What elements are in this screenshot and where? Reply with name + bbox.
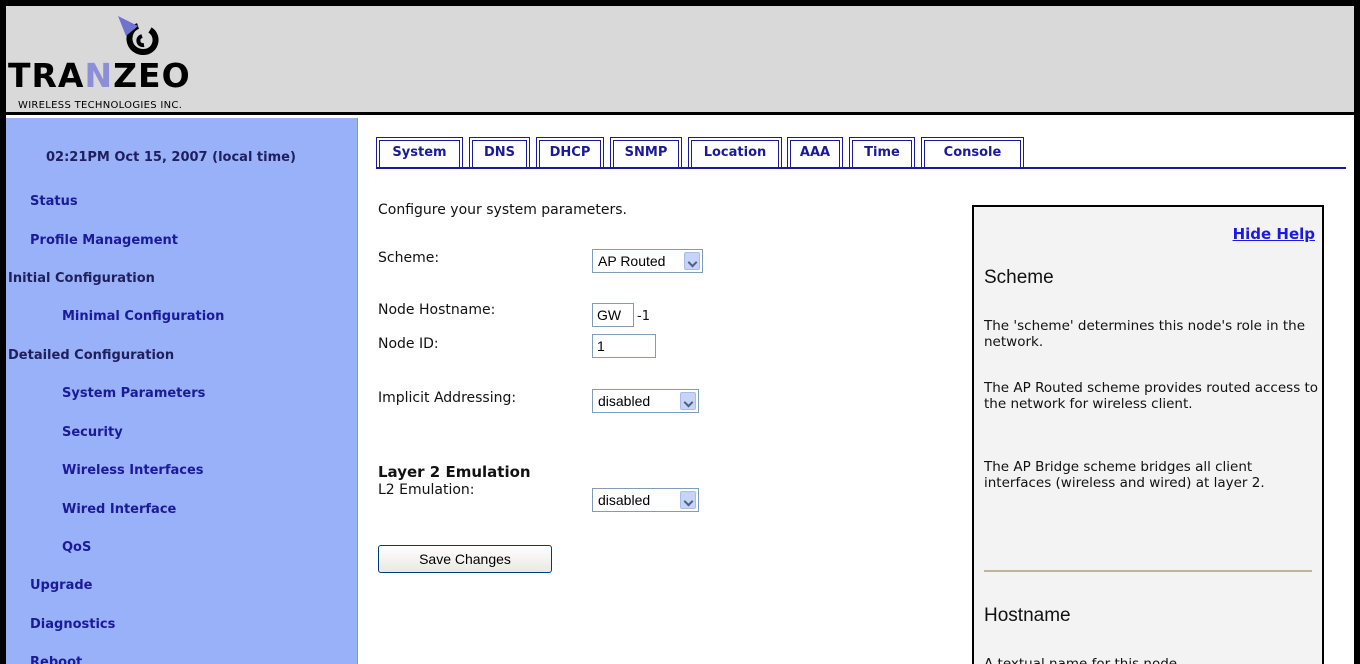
node-id-label: Node ID: bbox=[378, 336, 439, 352]
help-scheme-p1: The 'scheme' determines this node's role… bbox=[984, 318, 1306, 350]
chevron-down-icon bbox=[680, 491, 696, 509]
tranzeo-logo: TRANZEO WIRELESS TECHNOLOGIES INC. bbox=[8, 14, 288, 112]
logo-subtitle: WIRELESS TECHNOLOGIES INC. bbox=[18, 100, 183, 111]
scheme-select[interactable]: AP Routed bbox=[592, 249, 703, 273]
tab-time[interactable]: Time bbox=[849, 137, 915, 167]
sidebar-heading-initial-configuration: Initial Configuration bbox=[8, 271, 155, 286]
sidebar-item-status[interactable]: Status bbox=[30, 194, 78, 209]
help-hostname-title: Hostname bbox=[984, 605, 1071, 626]
scheme-label: Scheme: bbox=[378, 250, 440, 266]
tab-location[interactable]: Location bbox=[688, 137, 782, 167]
sidebar-item-reboot[interactable]: Reboot bbox=[30, 655, 82, 664]
sidebar-item-wireless-interfaces[interactable]: Wireless Interfaces bbox=[62, 463, 204, 478]
help-hostname-p1: A textual name for this node. bbox=[984, 656, 1182, 664]
sidebar-item-profile-management[interactable]: Profile Management bbox=[30, 233, 178, 248]
save-changes-button[interactable]: Save Changes bbox=[378, 545, 552, 573]
intro-text: Configure your system parameters. bbox=[378, 202, 627, 218]
hostname-suffix: -1 bbox=[637, 309, 650, 324]
hostname-label: Node Hostname: bbox=[378, 302, 496, 318]
sidebar-item-diagnostics[interactable]: Diagnostics bbox=[30, 617, 115, 632]
sidebar-heading-detailed-configuration: Detailed Configuration bbox=[8, 348, 175, 363]
help-scheme-p3: The AP Bridge scheme bridges all client … bbox=[984, 459, 1265, 491]
implicit-addressing-select[interactable]: disabled bbox=[592, 389, 699, 413]
hostname-input[interactable]: GW bbox=[592, 303, 634, 327]
help-divider bbox=[984, 570, 1312, 572]
l2-emulation-select[interactable]: disabled bbox=[592, 488, 699, 512]
tab-snmp[interactable]: SNMP bbox=[610, 137, 682, 167]
tab-dns[interactable]: DNS bbox=[469, 137, 530, 167]
l2-emulation-heading: Layer 2 Emulation bbox=[378, 463, 531, 481]
logo-swirl-icon bbox=[118, 16, 159, 55]
node-id-input[interactable]: 1 bbox=[592, 334, 656, 358]
hide-help-link[interactable]: Hide Help bbox=[1233, 225, 1315, 243]
help-scheme-title: Scheme bbox=[984, 267, 1054, 288]
sidebar-item-qos[interactable]: QoS bbox=[62, 540, 91, 555]
local-time: 02:21PM Oct 15, 2007 (local time) bbox=[46, 150, 296, 165]
help-panel: Hide Help Scheme The 'scheme' determines… bbox=[972, 205, 1324, 664]
tab-aaa[interactable]: AAA bbox=[787, 137, 843, 167]
chevron-down-icon bbox=[680, 392, 696, 410]
sidebar-item-security[interactable]: Security bbox=[62, 425, 123, 440]
logo-wordmark: TRANZEO bbox=[8, 56, 191, 95]
help-scheme-p2: The AP Routed scheme provides routed acc… bbox=[984, 380, 1319, 412]
implicit-addressing-label: Implicit Addressing: bbox=[378, 390, 517, 406]
main-content: System DNS DHCP SNMP Location AAA Time C… bbox=[358, 118, 1354, 664]
sidebar-item-upgrade[interactable]: Upgrade bbox=[30, 578, 92, 593]
header: TRANZEO WIRELESS TECHNOLOGIES INC. bbox=[6, 6, 1354, 115]
sidebar-item-system-parameters[interactable]: System Parameters bbox=[62, 386, 205, 401]
tab-console[interactable]: Console bbox=[921, 137, 1024, 167]
l2-emulation-label: L2 Emulation: bbox=[378, 482, 475, 498]
tab-dhcp[interactable]: DHCP bbox=[536, 137, 604, 167]
tab-bar: System DNS DHCP SNMP Location AAA Time C… bbox=[376, 137, 1346, 169]
page-frame: TRANZEO WIRELESS TECHNOLOGIES INC. 02:21… bbox=[6, 6, 1354, 664]
sidebar-item-wired-interface[interactable]: Wired Interface bbox=[62, 502, 176, 517]
sidebar: 02:21PM Oct 15, 2007 (local time) Status… bbox=[6, 118, 358, 664]
sidebar-item-minimal-configuration[interactable]: Minimal Configuration bbox=[62, 309, 224, 324]
tab-system[interactable]: System bbox=[376, 137, 463, 167]
chevron-down-icon bbox=[684, 252, 700, 270]
